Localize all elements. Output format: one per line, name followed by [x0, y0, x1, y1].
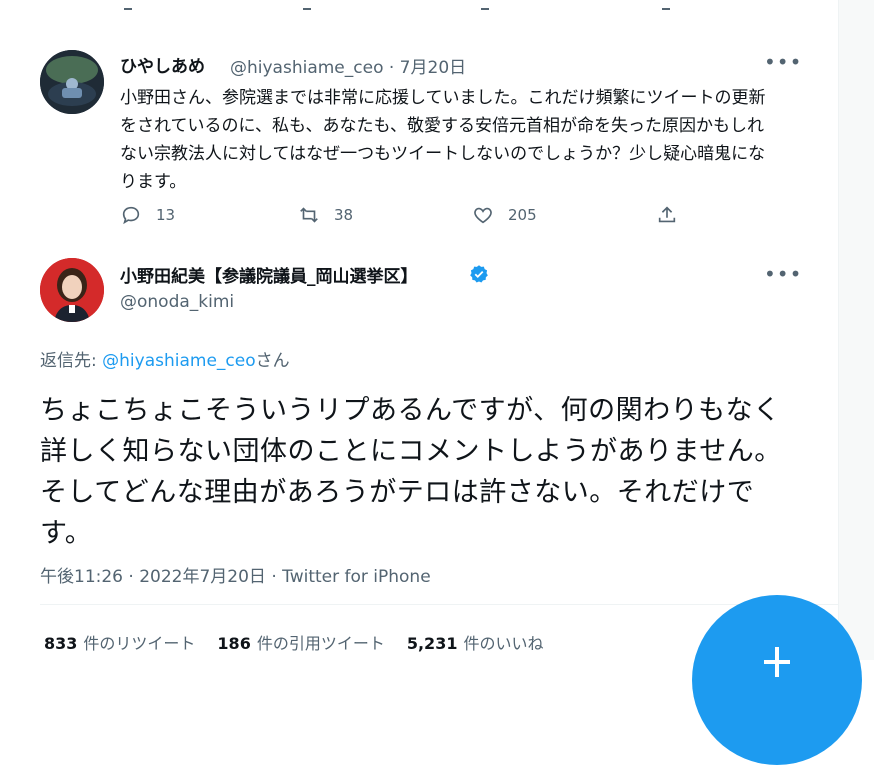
quotes-stat[interactable]: 186 件の引用ツイート	[217, 630, 384, 654]
sidebar-edge	[839, 0, 874, 660]
reply-icon	[122, 206, 140, 225]
like-button[interactable]: 205	[472, 203, 537, 227]
reply-count: 13	[156, 206, 176, 224]
reply-to-prefix: 返信先:	[40, 351, 103, 371]
retweet-icon	[300, 207, 318, 223]
likes-stat[interactable]: 5,231 件のいいね	[407, 630, 544, 654]
retweets-stat[interactable]: 833 件のリツイート	[44, 630, 195, 654]
avatar[interactable]	[40, 50, 104, 114]
main-tweet-text: ちょこちょこそういうリプあるんですが、何の関わりもなく詳しく知らない団体のことに…	[40, 395, 782, 549]
heart-icon	[474, 207, 492, 224]
quotes-count: 186	[217, 634, 251, 653]
divider	[40, 604, 838, 605]
retweets-count: 833	[44, 634, 78, 653]
share-button[interactable]	[656, 203, 692, 227]
retweet-icon[interactable]	[303, 8, 311, 10]
retweet-button[interactable]: 38	[298, 203, 353, 227]
reply-button[interactable]: 13	[120, 203, 175, 227]
reply-display-name[interactable]: ひやしあめ	[120, 52, 205, 77]
compose-tweet-button[interactable]	[692, 595, 862, 765]
like-icon[interactable]	[481, 8, 489, 10]
quotes-label: 件の引用ツイート	[256, 634, 385, 653]
previous-tweet-actions	[0, 0, 838, 18]
tweet-column: ひやしあめ @hiyashiame_ceo · 7月20日 ••• 小野田さん、…	[0, 0, 839, 660]
tweet-timestamp[interactable]: 午後11:26 · 2022年7月20日 · Twitter for iPhon…	[40, 562, 431, 587]
more-options-icon[interactable]: •••	[764, 50, 802, 74]
more-options-icon[interactable]: •••	[764, 262, 802, 286]
likes-count: 5,231	[406, 634, 458, 653]
share-icon	[658, 206, 676, 223]
share-icon[interactable]	[662, 8, 670, 10]
avatar[interactable]	[40, 258, 104, 322]
main-handle[interactable]: @onoda_kimi	[120, 292, 234, 312]
reply-to-suffix: さん	[255, 351, 290, 371]
verified-badge-icon	[470, 265, 488, 283]
reply-tweet-text: 小野田さん、参院選までは非常に応援していました。これだけ頻繁にツイートの更新をさ…	[120, 88, 766, 192]
plus-icon-bar	[764, 660, 790, 664]
like-count: 205	[508, 206, 537, 224]
tweet-stats: 833 件のリツイート 186 件の引用ツイート 5,231 件のいいね	[44, 630, 543, 654]
reply-handle-date[interactable]: @hiyashiame_ceo · 7月20日	[230, 53, 466, 78]
main-display-name[interactable]: 小野田紀美【参議院議員_岡山選挙区】	[120, 262, 418, 287]
likes-label: 件のいいね	[463, 634, 544, 653]
retweets-label: 件のリツイート	[83, 634, 196, 653]
reply-to-line: 返信先: @hiyashiame_ceoさん	[40, 346, 290, 371]
retweet-count: 38	[334, 206, 354, 224]
reply-icon[interactable]	[124, 8, 132, 10]
reply-to-handle-link[interactable]: @hiyashiame_ceo	[102, 351, 255, 371]
